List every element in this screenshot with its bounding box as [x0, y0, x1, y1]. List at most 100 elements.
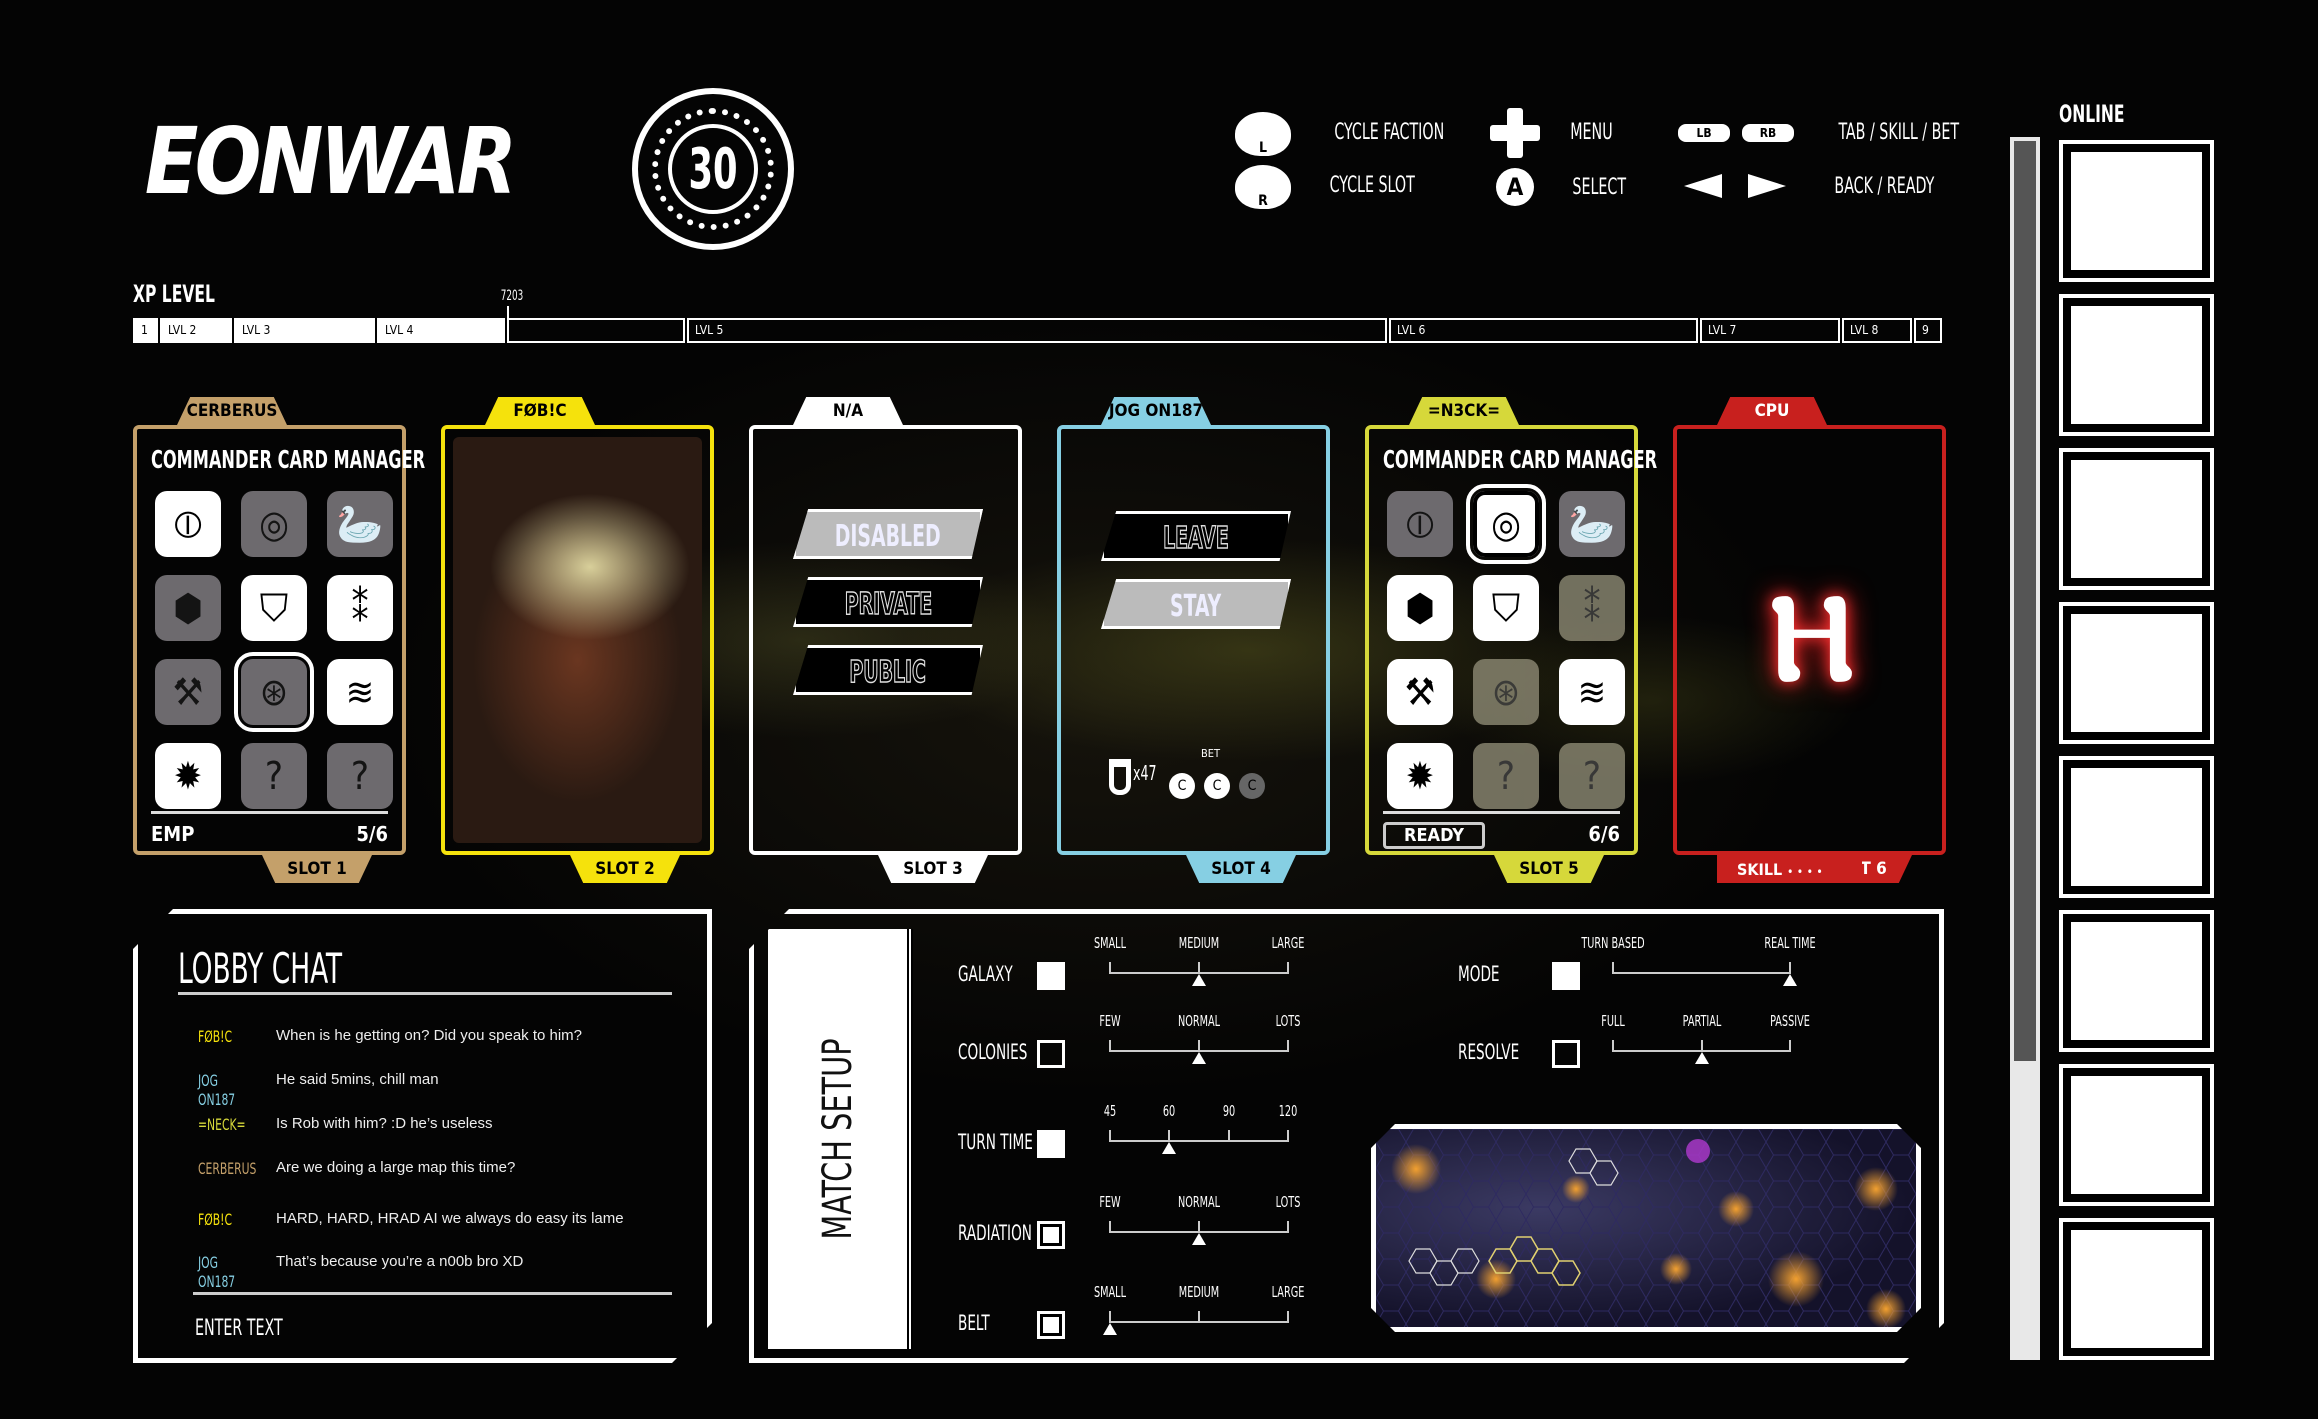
slider-knob[interactable] [1162, 1142, 1176, 1154]
commander-card-tile[interactable]: ⁑ [1559, 575, 1625, 641]
xp-segment: 9 [1914, 318, 1942, 343]
privacy-option-public[interactable]: PUBLIC [793, 645, 983, 695]
setting-lock-checkbox[interactable] [1552, 962, 1580, 990]
commander-card-tile[interactable]: ⛉ [241, 575, 307, 641]
skill-label[interactable]: SKILL [1737, 860, 1782, 879]
player-slot-card[interactable]: JOG ON187 SLOT 4 LEAVE STAY x47 BET C C C [1057, 397, 1330, 883]
setting-slider[interactable]: SMALL MEDIUM LARGE [1110, 934, 1288, 984]
online-player-slot[interactable] [2059, 910, 2214, 1052]
commander-card-tile[interactable]: ◎ [1466, 484, 1546, 564]
slider-knob[interactable] [1695, 1052, 1709, 1064]
chat-message: FØB!C HARD, HARD, HRAD AI we always do ea… [198, 1210, 624, 1229]
ready-button[interactable]: READY [1383, 822, 1485, 849]
privacy-option-private[interactable]: PRIVATE [793, 577, 983, 627]
slider-knob[interactable] [1103, 1323, 1117, 1335]
slider-knob[interactable] [1783, 974, 1797, 986]
storm-icon: ≋ [1577, 670, 1607, 714]
storm-icon: ≋ [345, 670, 375, 714]
scrollbar-thumb[interactable] [2014, 141, 2036, 1061]
slider-tick [1109, 1040, 1111, 1052]
setting-lock-checkbox[interactable] [1037, 1040, 1065, 1068]
online-scrollbar[interactable] [2010, 137, 2040, 1360]
player-slot-card[interactable]: CERBERUS SLOT 1 COMMANDER CARD MANAGER ⦶ ◎ 🦢 ⬢… [133, 397, 425, 883]
setting-slider[interactable]: FEW NORMAL LOTS [1110, 1193, 1288, 1243]
commander-card-tile[interactable]: ⊛ [234, 652, 314, 732]
slot-label: SLOT 4 [1186, 855, 1296, 883]
online-player-slot[interactable] [2059, 448, 2214, 590]
commander-card-tile[interactable]: ⚒ [1387, 659, 1453, 725]
commander-card-tile[interactable]: ? [241, 743, 307, 809]
bet-coin-icon[interactable]: C [1204, 773, 1230, 799]
commander-card-tile[interactable]: ◎ [241, 491, 307, 557]
map-preview[interactable] [1371, 1124, 1921, 1332]
commander-card-tile[interactable]: 🦢 [327, 491, 393, 557]
stay-button[interactable]: STAY [1101, 579, 1291, 629]
commander-card-tile[interactable]: ≋ [327, 659, 393, 725]
commander-card-tile[interactable]: ⬢ [155, 575, 221, 641]
commander-card-tile[interactable]: ? [1559, 743, 1625, 809]
bet-coin-icon[interactable]: C [1239, 773, 1265, 799]
online-player-slot[interactable] [2059, 140, 2214, 282]
commander-card-tile[interactable]: ⬢ [1387, 575, 1453, 641]
chat-message: FØB!C When is he getting on? Did you spea… [198, 1027, 582, 1046]
chat-input[interactable]: ENTER TEXT [195, 1316, 283, 1341]
slider-option-label: NORMAL [1177, 1193, 1221, 1211]
setting-lock-checkbox[interactable] [1037, 1311, 1065, 1339]
slider-tick [1198, 1221, 1200, 1233]
slider-tick [1168, 1130, 1170, 1142]
commander-card-tile[interactable]: ? [1473, 743, 1539, 809]
commander-card-tile[interactable]: ⦶ [155, 491, 221, 557]
bet-coin-icon[interactable]: C [1169, 773, 1195, 799]
bird-icon: 🦢 [336, 501, 384, 546]
commander-card-tile[interactable]: 🦢 [1559, 491, 1625, 557]
setting-lock-checkbox[interactable] [1037, 1221, 1065, 1249]
setting-slider[interactable]: SMALL MEDIUM LARGE [1110, 1283, 1288, 1333]
player-slot-card[interactable]: CPUSLOT 6ⲎSKILL• • • • [1673, 397, 1946, 883]
slider-knob[interactable] [1192, 1052, 1206, 1064]
online-player-slot[interactable] [2059, 756, 2214, 898]
commander-card-tile[interactable]: ⊛ [1473, 659, 1539, 725]
commander-card-tile[interactable]: ⚒ [155, 659, 221, 725]
divider [178, 992, 672, 995]
setting-lock-checkbox[interactable] [1552, 1040, 1580, 1068]
slider-knob[interactable] [1192, 1233, 1206, 1245]
setting-slider[interactable]: TURN BASED REAL TIME [1613, 934, 1790, 984]
player-slot-card[interactable]: FØB!C SLOT 2 [441, 397, 714, 883]
privacy-option-disabled[interactable]: DISABLED [793, 509, 983, 559]
player-slot-card[interactable]: =N3CK= SLOT 5 COMMANDER CARD MANAGER ⦶ ◎ 🦢 ⬢ ⛉ ⁑… [1365, 397, 1657, 883]
online-player-slot[interactable] [2059, 602, 2214, 744]
leave-button[interactable]: LEAVE [1101, 511, 1291, 561]
match-setup-title: MATCH SETUP [814, 1038, 861, 1240]
hex-map-image [1376, 1129, 1921, 1332]
unknown-icon: ? [350, 754, 370, 798]
setting-slider[interactable]: 45 60 90 120 [1110, 1102, 1288, 1152]
xp-segment: LVL 3 [234, 318, 375, 343]
commander-card-tile[interactable]: ≋ [1559, 659, 1625, 725]
commander-card-tile[interactable]: ✹ [155, 743, 221, 809]
setting-slider[interactable]: FEW NORMAL LOTS [1110, 1012, 1288, 1062]
timer-value: 30 [688, 136, 738, 202]
commander-card-tile[interactable]: ✹ [1387, 743, 1453, 809]
cpu-faction-icon: Ⲏ [1770, 569, 1854, 708]
credits-count: x47 [1133, 761, 1157, 785]
xp-segment [507, 318, 685, 343]
player-slot-card[interactable]: N/A SLOT 3 DISABLED PRIVATE PUBLIC [749, 397, 1022, 883]
player-name-tab: =N3CK= [1409, 397, 1519, 425]
commander-card-tile[interactable]: ⦶ [1387, 491, 1453, 557]
setting-lock-checkbox[interactable] [1037, 962, 1065, 990]
online-label: ONLINE [2059, 100, 2125, 128]
setting-lock-checkbox[interactable] [1037, 1130, 1065, 1158]
control-label: SELECT [1572, 175, 1627, 200]
slider-tick [1789, 962, 1791, 974]
commander-card-tile[interactable]: ⛉ [1473, 575, 1539, 641]
commander-card-tile[interactable]: ⁑ [327, 575, 393, 641]
commander-card-tile[interactable]: ? [327, 743, 393, 809]
slider-knob[interactable] [1192, 974, 1206, 986]
chat-message: =NECK= Is Rob with him? :D he’s useless [198, 1115, 492, 1134]
online-player-slot[interactable] [2059, 1218, 2214, 1360]
lobby-screen: EONWAR 30 L CYCLE FACTION R CYCLE SLOT M… [0, 0, 2318, 1419]
online-player-slot[interactable] [2059, 1064, 2214, 1206]
selected-card-name: EMP [151, 822, 195, 846]
setting-slider[interactable]: FULL PARTIAL PASSIVE [1613, 1012, 1790, 1062]
online-player-slot[interactable] [2059, 294, 2214, 436]
